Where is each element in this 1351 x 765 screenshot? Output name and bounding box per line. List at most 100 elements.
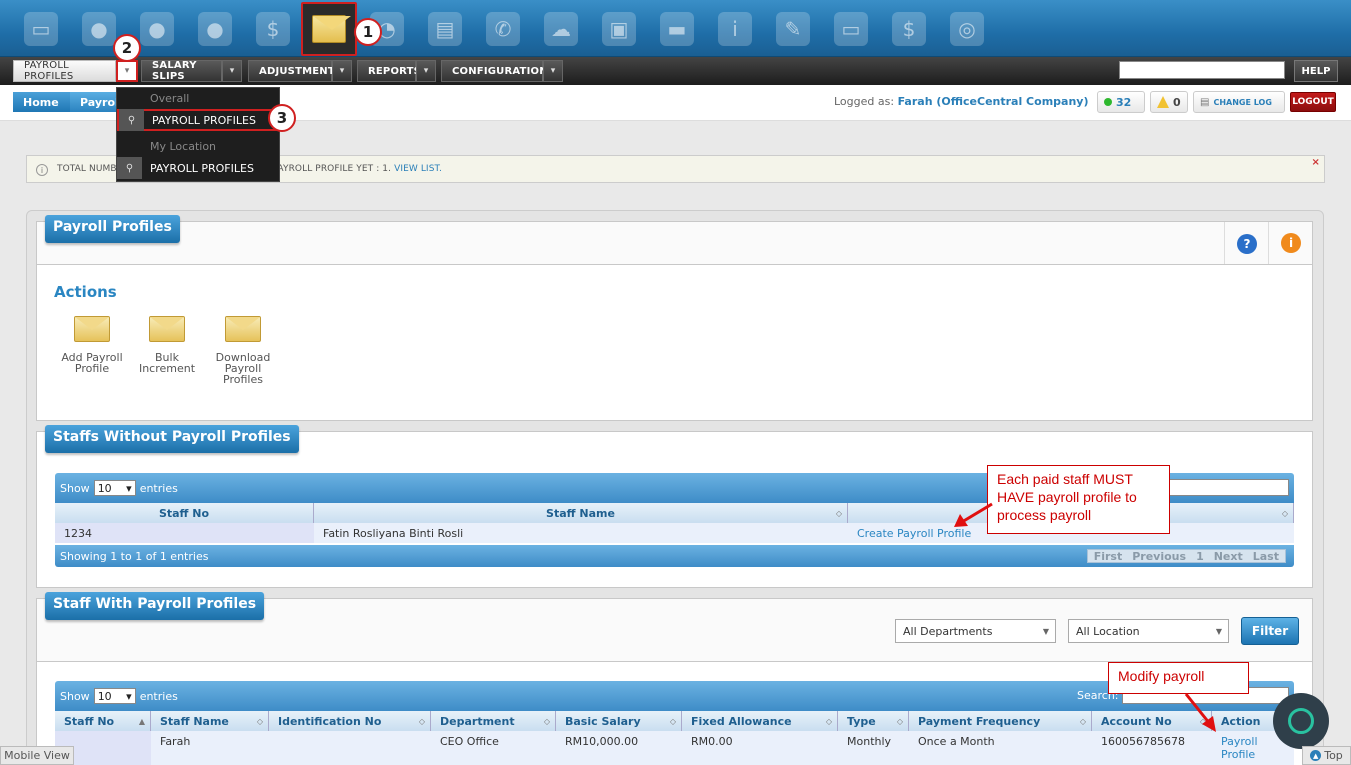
entries-select[interactable]: 10 ▾ [93,480,136,496]
chat-widget-button[interactable] [1273,693,1329,749]
help-button[interactable]: HELP [1294,60,1338,82]
notes-icon[interactable]: ✎ [770,6,816,52]
payroll-profiles-dropdown: Overall ⚲ PAYROLL PROFILES My Location ⚲… [116,87,280,182]
dropdown-item-overall-payroll-profiles[interactable]: ⚲ PAYROLL PROFILES [117,109,279,131]
notice-text-start: TOTAL NUMBE [57,164,123,174]
pager-next[interactable]: Next [1214,550,1243,563]
sort-icon: ◇ [418,716,425,726]
breadcrumb-current[interactable]: Payroll [70,92,123,112]
pager-first[interactable]: First [1094,550,1123,563]
warnings-badge[interactable]: 0 [1150,91,1188,113]
coins-icon[interactable]: $ [250,6,296,52]
chevron-down-icon: ▾ [339,66,345,76]
cell-fixed-allowance: RM0.00 [691,734,733,748]
user-icon[interactable]: ● [192,6,238,52]
column-header-department[interactable]: Department ◇ [431,711,556,731]
save-icon[interactable]: ▣ [596,6,642,52]
envelope-icon[interactable] [301,2,357,56]
dropdown-item-label: PAYROLL PROFILES [150,161,254,175]
pager-page[interactable]: 1 [1196,550,1204,563]
info-icon[interactable]: i [1281,233,1301,253]
user-icon[interactable]: ● [134,6,180,52]
menu-configurations[interactable]: CONFIGURATIONS [441,60,555,82]
phone-icon[interactable]: ✆ [480,6,526,52]
online-users-badge[interactable]: 32 [1097,91,1145,113]
chat-icon [1288,708,1314,734]
show-label: Show [60,689,90,703]
bulk-increment-action[interactable]: Bulk Increment [131,316,203,374]
warning-icon [1157,96,1169,108]
column-header-staff-name[interactable]: Staff Name ◇ [151,711,269,731]
table-search-input[interactable] [1165,479,1289,496]
view-list-link[interactable]: VIEW LIST. [394,164,442,174]
column-header-staff-no[interactable]: Staff No ▲ [55,711,151,731]
menu-payroll-profiles[interactable]: PAYROLL PROFILES [13,60,116,82]
column-header-identification-no[interactable]: Identification No ◇ [269,711,431,731]
envelope-icon [225,316,261,342]
adjustments-dropdown-toggle[interactable]: ▾ [332,60,352,82]
sort-icon: ◇ [256,716,263,726]
sort-icon: ◇ [835,508,842,518]
step-marker-2: 2 [113,34,141,62]
cell-department: CEO Office [440,734,499,748]
display-icon[interactable]: ▭ [828,6,874,52]
department-select[interactable]: All Departments ▼ [895,619,1056,643]
logout-button[interactable]: LOGOUT [1290,92,1336,112]
cell-payment-frequency: Once a Month [918,734,995,748]
column-header-type[interactable]: Type ◇ [838,711,909,731]
gauge-icon[interactable]: ◎ [944,6,990,52]
payroll-profiles-dropdown-toggle[interactable]: ▾ [116,60,138,82]
filter-button[interactable]: Filter [1241,617,1299,645]
column-header-staff-no[interactable]: Staff No [55,503,314,523]
document-icon[interactable]: ▤ [422,6,468,52]
payroll-profiles-panel-header [36,221,1313,265]
column-header-payment-frequency[interactable]: Payment Frequency ◇ [909,711,1092,731]
step-marker-1: 1 [354,18,382,46]
truck-icon[interactable]: ▬ [654,6,700,52]
breadcrumb-home[interactable]: Home [13,92,71,112]
chevron-down-icon: ▼ [1215,626,1222,636]
annotation-arrow-icon [1184,693,1216,732]
help-icon[interactable]: ? [1237,234,1257,254]
close-icon[interactable]: × [1312,157,1320,168]
callout-line: HAVE payroll profile to [997,489,1137,505]
column-header-fixed-allowance[interactable]: Fixed Allowance ◇ [682,711,838,731]
table-footer: Showing 1 to 1 of 1 entries First Previo… [55,545,1294,567]
change-log-button[interactable]: ▤ CHANGE LOG [1193,91,1285,113]
payroll-profile-link[interactable]: Payroll Profile [1221,735,1258,761]
envelope-icon [74,316,110,342]
menu-reports[interactable]: REPORTS [357,60,421,82]
envelope-icon [149,316,185,342]
pager-previous[interactable]: Previous [1132,550,1186,563]
pager-last[interactable]: Last [1253,550,1279,563]
menu-salary-slips[interactable]: SALARY SLIPS [141,60,222,82]
dropdown-item-location-payroll-profiles[interactable]: ⚲ PAYROLL PROFILES [117,157,279,179]
configurations-dropdown-toggle[interactable]: ▾ [543,60,563,82]
back-to-top-button[interactable]: ▲ Top [1302,746,1351,765]
download-payroll-profiles-action[interactable]: Download Payroll Profiles [207,316,279,385]
location-select[interactable]: All Location ▼ [1068,619,1229,643]
info-icon[interactable]: i [712,6,758,52]
add-payroll-profile-action[interactable]: Add Payroll Profile [56,316,128,374]
sort-icon: ◇ [896,716,903,726]
annotation-callout: Each paid staff MUST HAVE payroll profil… [987,465,1170,534]
cell-staff-no: 1234 [55,523,314,543]
arrow-up-icon: ▲ [1310,750,1322,761]
global-search-input[interactable] [1119,61,1285,79]
entries-select[interactable]: 10 ▾ [93,688,136,704]
chevron-down-icon: ▾ [550,66,556,76]
cell-staff-name: Farah [160,734,191,748]
salary-slips-dropdown-toggle[interactable]: ▾ [222,60,242,82]
monitor-icon[interactable]: ▭ [18,6,64,52]
dropdown-item-label: PAYROLL PROFILES [152,113,256,127]
logged-user-name[interactable]: Farah (OfficeCentral Company) [898,95,1089,108]
column-header-staff-name[interactable]: Staff Name ◇ [314,503,848,523]
menu-adjustments[interactable]: ADJUSTMENTS [248,60,342,82]
reports-dropdown-toggle[interactable]: ▾ [416,60,436,82]
mobile-view-button[interactable]: Mobile View [0,746,74,765]
lock-icon[interactable]: $ [886,6,932,52]
online-status-icon [1104,98,1112,106]
chat-icon[interactable]: ☁ [538,6,584,52]
search-icon: ⚲ [117,157,142,179]
column-header-basic-salary[interactable]: Basic Salary ◇ [556,711,682,731]
